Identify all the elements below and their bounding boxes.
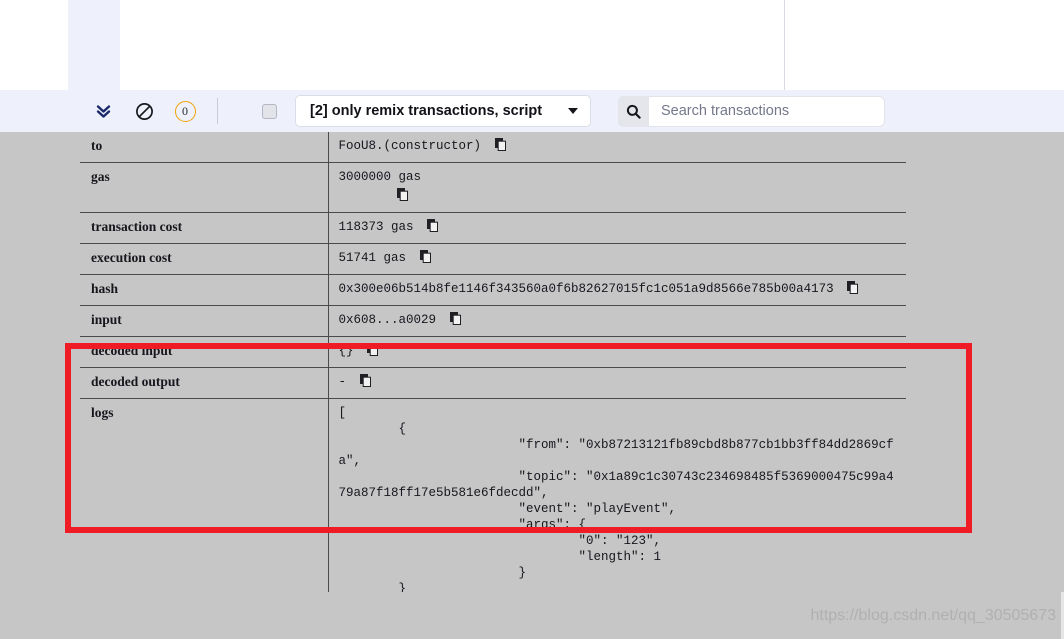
- row-key: to: [80, 132, 329, 163]
- copy-icon[interactable]: [367, 343, 379, 361]
- chevron-double-down-icon[interactable]: [88, 96, 118, 126]
- row-value: FooU8.(constructor): [328, 132, 906, 163]
- row-value-text: 51741 gas: [338, 251, 407, 265]
- row-key: gas: [80, 162, 329, 213]
- row-value: 3000000 gas: [328, 162, 906, 213]
- row-key: execution cost: [80, 243, 329, 275]
- copy-icon[interactable]: [847, 281, 859, 299]
- top-blank-zone: [0, 0, 1064, 90]
- chevron-down-icon: [568, 108, 578, 114]
- clear-console-icon[interactable]: [129, 96, 159, 126]
- row-value: 118373 gas: [328, 212, 906, 244]
- row-value-text: 3000000 gas: [338, 170, 422, 184]
- table-row: to FooU8.(constructor): [80, 132, 906, 163]
- listen-on-network-checkbox[interactable]: [262, 103, 277, 119]
- row-value: 0x608...a0029: [328, 305, 906, 337]
- row-value: 0x300e06b514b8fe1146f343560a0f6b82627015…: [328, 274, 906, 306]
- row-key: hash: [80, 274, 329, 306]
- copy-icon[interactable]: [494, 138, 506, 156]
- transaction-details-table: to FooU8.(constructor) gas 3000000 gas t…: [80, 132, 906, 639]
- toolbar-leading-pad: [0, 111, 88, 112]
- copy-icon[interactable]: [419, 250, 431, 268]
- row-value: {}: [328, 336, 906, 368]
- copy-icon[interactable]: [449, 312, 461, 330]
- row-value-text: 0x300e06b514b8fe1146f343560a0f6b82627015…: [338, 282, 834, 296]
- row-value: -: [328, 367, 906, 399]
- left-gutter: [0, 0, 68, 90]
- table-row: execution cost 51741 gas: [80, 243, 906, 275]
- transaction-filter-label: [2] only remix transactions, script: [310, 103, 543, 119]
- table-row: transaction cost 118373 gas: [80, 212, 906, 244]
- toolbar-divider: [217, 98, 218, 124]
- copy-icon[interactable]: [359, 374, 371, 392]
- row-key: transaction cost: [80, 212, 329, 244]
- search-input[interactable]: [649, 95, 885, 127]
- editor-panel: [120, 0, 785, 90]
- right-panel: [786, 0, 1064, 90]
- row-value: 51741 gas: [328, 243, 906, 275]
- pending-transactions-badge[interactable]: 0: [170, 96, 200, 126]
- row-value-text: {}: [338, 344, 354, 358]
- row-key: decoded input: [80, 336, 329, 368]
- transaction-details-area: remix to FooU8.(constructor): [0, 132, 1064, 639]
- transaction-filter-select[interactable]: [2] only remix transactions, script: [295, 95, 591, 127]
- row-value-text: -: [338, 375, 347, 389]
- table-row: decoded input {}: [80, 336, 906, 368]
- search-transactions: [618, 95, 885, 127]
- sidebar-strip: [68, 0, 120, 90]
- details-right-gutter: [906, 132, 1064, 639]
- table-row: hash 0x300e06b514b8fe1146f343560a0f6b826…: [80, 274, 906, 306]
- csdn-watermark: https://blog.csdn.net/qq_30505673: [810, 607, 1056, 625]
- logs-json: [ { "from": "0xb87213121fb89cbd8b877cb1b…: [338, 406, 894, 612]
- details-left-gutter: [0, 132, 68, 639]
- table-row: input 0x608...a0029: [80, 305, 906, 337]
- table-row: gas 3000000 gas: [80, 162, 906, 213]
- row-key: decoded output: [80, 367, 329, 399]
- copy-icon[interactable]: [396, 188, 897, 206]
- csdn-url: https://blog.csdn.net/qq_30505673: [810, 607, 1056, 624]
- table-row: decoded output -: [80, 367, 906, 399]
- copy-icon[interactable]: [427, 219, 439, 237]
- screenshot-root: 0 [2] only remix transactions, script Se…: [0, 0, 1064, 639]
- terminal-toolbar: 0 [2] only remix transactions, script: [0, 90, 1064, 132]
- pending-count: 0: [174, 100, 196, 122]
- row-value-text: 118373 gas: [338, 220, 414, 234]
- row-key: input: [80, 305, 329, 337]
- row-value-text: 0x608...a0029: [338, 313, 437, 327]
- search-icon[interactable]: [618, 95, 649, 127]
- row-value-text: FooU8.(constructor): [338, 139, 482, 153]
